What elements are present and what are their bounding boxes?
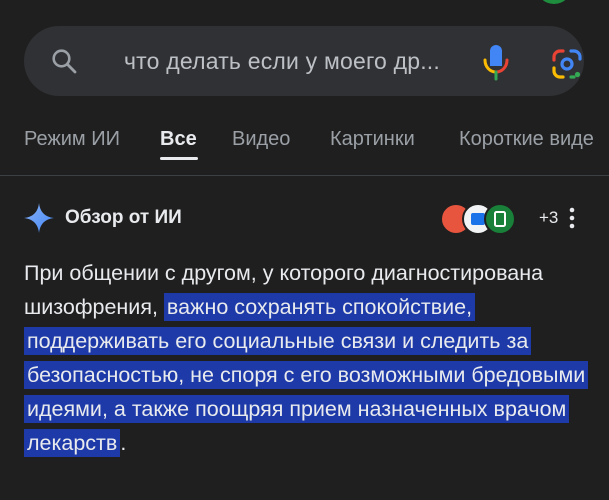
document-icon bbox=[494, 211, 506, 227]
kebab-menu-icon[interactable] bbox=[562, 206, 582, 230]
tab-images[interactable]: Картинки bbox=[330, 114, 415, 164]
more-sources-count[interactable]: +3 bbox=[539, 201, 558, 235]
ai-overview-title: Обзор от ИИ bbox=[65, 207, 182, 228]
search-bar[interactable]: что делать если у моего др... bbox=[24, 26, 584, 96]
search-results-page: что делать если у моего др... Режим ИИ В… bbox=[0, 0, 609, 500]
answer-text-end: . bbox=[120, 431, 127, 455]
top-avatar-edge bbox=[536, 0, 572, 4]
google-lens-icon[interactable] bbox=[551, 48, 583, 80]
ai-sparkle-icon bbox=[24, 203, 54, 233]
tab-ai-mode[interactable]: Режим ИИ bbox=[24, 114, 120, 164]
mic-icon[interactable] bbox=[482, 43, 510, 81]
search-tabs: Режим ИИ Все Видео Картинки Короткие вид… bbox=[24, 114, 609, 164]
source-favicons[interactable]: +3 bbox=[440, 201, 560, 235]
search-input[interactable]: что делать если у моего др... bbox=[124, 26, 454, 96]
divider bbox=[0, 175, 609, 176]
tab-video[interactable]: Видео bbox=[232, 114, 290, 164]
ai-overview-header: Обзор от ИИ +3 bbox=[24, 198, 584, 238]
active-tab-indicator bbox=[160, 157, 198, 160]
search-icon[interactable] bbox=[51, 48, 77, 74]
ai-overview-text: При общении с другом, у которого диагнос… bbox=[24, 256, 592, 460]
tab-shorts[interactable]: Короткие виде bbox=[459, 114, 594, 164]
source-favicon-3[interactable] bbox=[484, 203, 516, 235]
